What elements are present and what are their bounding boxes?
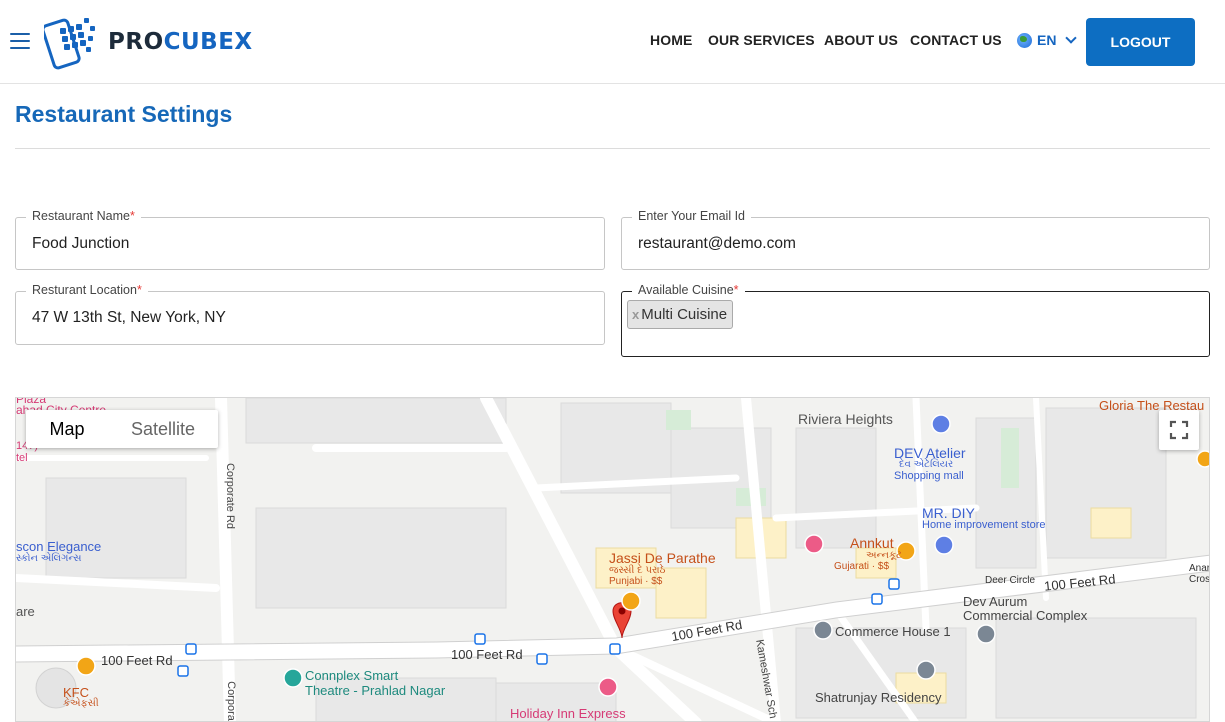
language-label: EN	[1037, 32, 1057, 48]
cuisine-chip-label: Multi Cuisine	[641, 306, 728, 323]
restaurant-name-field[interactable]: Restaurant Name* Food Junction	[15, 209, 605, 270]
satellite-view-button[interactable]: Satellite	[108, 410, 218, 448]
map-label-annkut-native: અન્નકૂટ	[866, 550, 902, 561]
restaurant-name-input[interactable]: Food Junction	[32, 235, 129, 253]
required-mark: *	[136, 283, 142, 297]
map-label-kfc-native: કેએફસી	[63, 698, 99, 709]
required-mark: *	[129, 209, 135, 223]
map-label-jassi-native: જસ્સી દે પરાઠે	[609, 565, 666, 576]
map-label-road-100-mid: 100 Feet Rd	[451, 647, 523, 662]
location-label: Resturant Location*	[26, 283, 148, 297]
restaurant-name-label: Restaurant Name*	[26, 209, 141, 223]
divider	[15, 148, 1210, 149]
map-label-elegance: scon Elegance	[16, 539, 102, 554]
email-field[interactable]: Enter Your Email Id restaurant@demo.com	[621, 209, 1210, 270]
map-label-jassi: Jassi De Parathe	[609, 550, 716, 566]
globe-icon	[1017, 32, 1032, 48]
map-label-connplex-2: Theatre - Prahlad Nagar	[305, 683, 446, 698]
fullscreen-icon	[1169, 420, 1189, 440]
language-selector[interactable]: EN	[1017, 32, 1078, 48]
map-label-shatrunjay: Shatrunjay Residency	[815, 690, 942, 705]
top-header: PROCUBEX HOME OUR SERVICES ABOUT US CONT…	[0, 0, 1225, 84]
restaurant-name-label-text: Restaurant Name	[32, 209, 130, 223]
map-label-road-100-left: 100 Feet Rd	[101, 653, 173, 668]
cuisine-label: Available Cuisine*	[632, 283, 745, 297]
map-label-dev-aurum-2: Commercial Complex	[963, 608, 1088, 623]
fullscreen-button[interactable]	[1159, 410, 1199, 450]
map-label-dev-aurum: Dev Aurum	[963, 594, 1028, 609]
logout-button[interactable]: LOGOUT	[1086, 18, 1195, 66]
map-label-fragment-6: Anar	[1189, 563, 1210, 574]
map-label-annkut-type: Gujarati · $$	[834, 561, 890, 572]
cuisine-label-text: Available Cuisine	[638, 283, 734, 297]
map-label-deer-circle: Deer Circle	[985, 575, 1036, 586]
location-input[interactable]: 47 W 13th St, New York, NY	[32, 309, 226, 327]
location-map[interactable]: Riviera Heights Gloria The Restau DEV At…	[15, 397, 1210, 722]
chevron-down-icon	[1065, 32, 1078, 44]
email-label: Enter Your Email Id	[632, 209, 752, 223]
map-label-fragment-7: Cros	[1189, 574, 1210, 585]
email-input[interactable]: restaurant@demo.com	[638, 235, 796, 253]
map-label-fragment-5: are	[16, 604, 35, 619]
location-label-text: Resturant Location	[32, 283, 137, 297]
map-label-corporate-rd: Corporate Rd	[224, 462, 237, 530]
required-mark: *	[733, 283, 739, 297]
map-label-commerce-house: Commerce House 1	[835, 624, 951, 639]
cuisine-multiselect[interactable]: Available Cuisine* x Multi Cuisine	[621, 283, 1210, 357]
nav-about-us[interactable]: ABOUT US	[824, 32, 898, 48]
map-label-elegance-native: સ્કોન એલિગન્સ	[16, 553, 82, 564]
location-field[interactable]: Resturant Location* 47 W 13th St, New Yo…	[15, 283, 605, 345]
nav-home[interactable]: HOME	[650, 32, 692, 48]
map-label-annkut: Annkut	[850, 535, 894, 551]
page-title: Restaurant Settings	[15, 101, 233, 127]
map-view-button[interactable]: Map	[26, 410, 108, 448]
map-label-riviera: Riviera Heights	[798, 411, 893, 427]
cuisine-chip[interactable]: x Multi Cuisine	[627, 300, 734, 329]
remove-chip-icon[interactable]: x	[632, 307, 639, 322]
nav-contact-us[interactable]: CONTACT US	[910, 32, 1002, 48]
map-type-toggle: Map Satellite	[26, 410, 218, 448]
map-label-holiday-inn: Holiday Inn Express	[510, 706, 626, 721]
map-label-fragment-4: tel	[16, 452, 28, 464]
map-label-mr-diy-type: Home improvement store	[922, 519, 1046, 531]
map-label-dev-atelier-native: દેવ એટેલિયર	[899, 459, 954, 470]
map-label-dev-atelier-type: Shopping mall	[894, 470, 964, 482]
map-label-connplex-1: Connplex Smart	[305, 668, 399, 683]
map-label-jassi-type: Punjabi · $$	[609, 576, 663, 587]
map-label-corporate-rd-2: Corpora	[224, 681, 237, 721]
nav-our-services[interactable]: OUR SERVICES	[708, 32, 815, 48]
